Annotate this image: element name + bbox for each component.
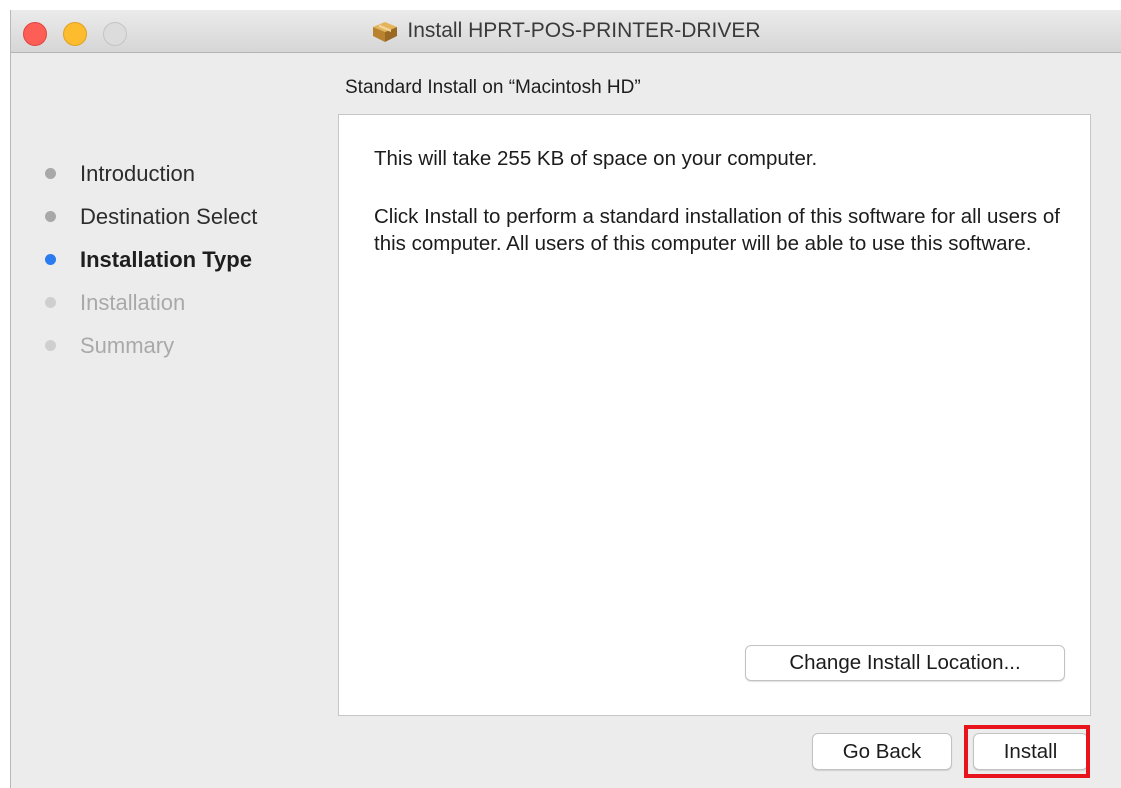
step-label: Installation Type bbox=[80, 246, 252, 272]
step-summary: Summary bbox=[45, 324, 257, 367]
step-label: Installation bbox=[80, 289, 186, 315]
step-bullet-icon bbox=[45, 297, 56, 308]
title-bar[interactable]: Install HPRT-POS-PRINTER-DRIVER bbox=[11, 10, 1121, 53]
step-installation: Installation bbox=[45, 281, 257, 324]
package-icon bbox=[371, 19, 399, 43]
go-back-button[interactable]: Go Back bbox=[812, 733, 952, 770]
page-heading: Standard Install on “Macintosh HD” bbox=[345, 77, 641, 98]
step-label: Summary bbox=[80, 332, 175, 358]
change-install-location-button[interactable]: Change Install Location... bbox=[745, 645, 1065, 681]
steps-sidebar: Introduction Destination Select Installa… bbox=[45, 152, 257, 367]
install-description-text: Click Install to perform a standard inst… bbox=[374, 205, 1060, 255]
installer-window: Install HPRT-POS-PRINTER-DRIVER Standard… bbox=[10, 10, 1121, 788]
content-panel: This will take 255 KB of space on your c… bbox=[338, 114, 1091, 716]
step-bullet-icon bbox=[45, 340, 56, 351]
step-label: Introduction bbox=[80, 160, 195, 186]
step-label: Destination Select bbox=[80, 203, 258, 229]
step-bullet-icon bbox=[45, 168, 56, 179]
window-title: Install HPRT-POS-PRINTER-DRIVER bbox=[407, 19, 761, 42]
step-introduction: Introduction bbox=[45, 152, 257, 195]
step-destination-select: Destination Select bbox=[45, 195, 257, 238]
step-installation-type: Installation Type bbox=[45, 238, 257, 281]
space-required-text: This will take 255 KB of space on your c… bbox=[374, 147, 818, 170]
install-highlight-box bbox=[964, 725, 1090, 778]
step-bullet-icon bbox=[45, 254, 56, 265]
step-bullet-icon bbox=[45, 211, 56, 222]
